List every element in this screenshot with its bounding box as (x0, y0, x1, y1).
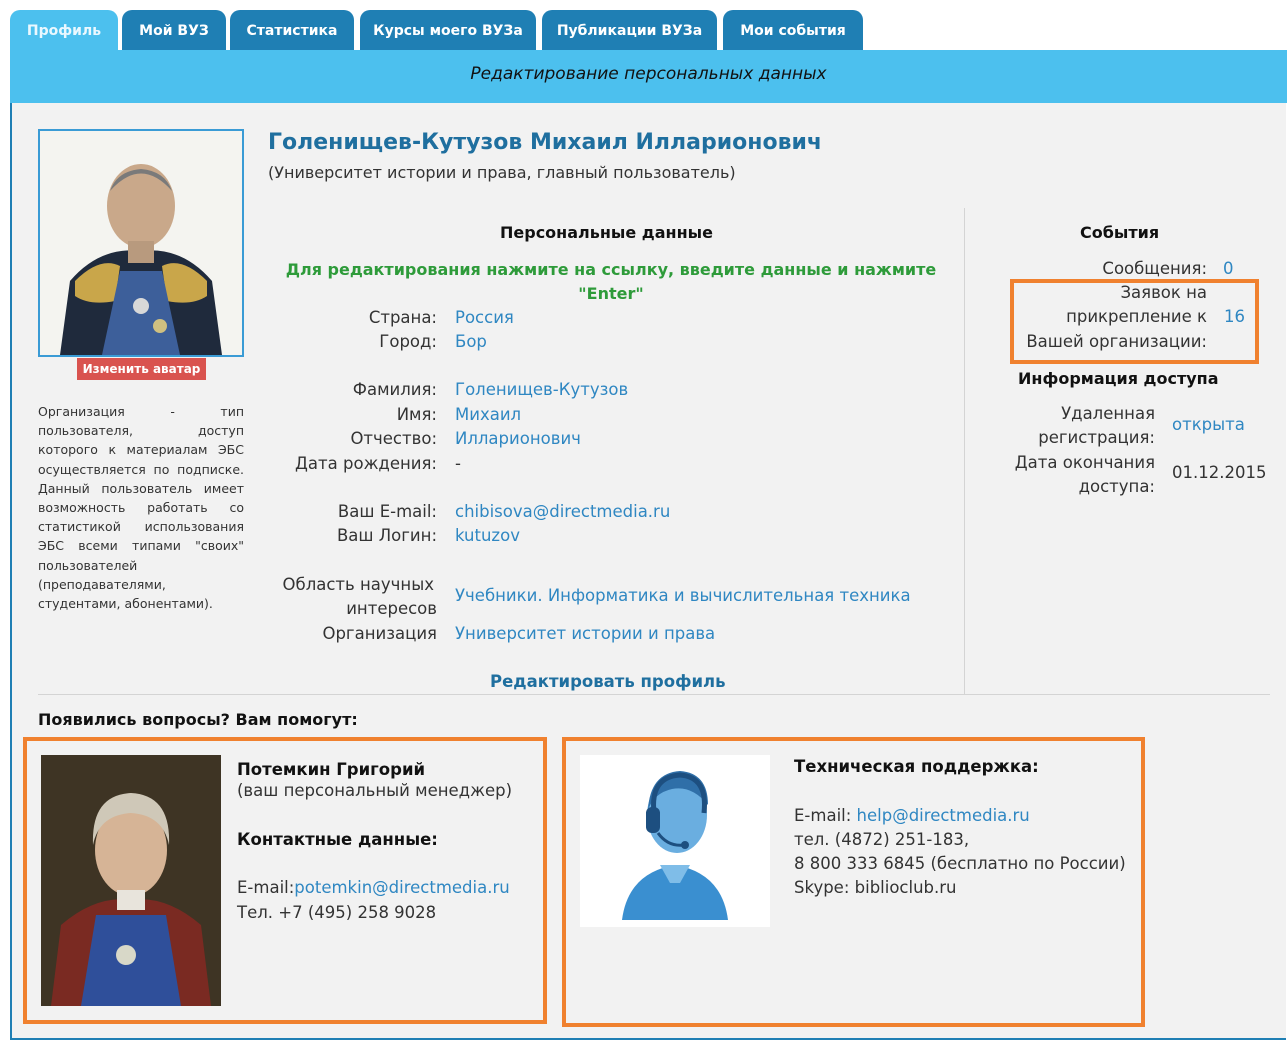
tab-university-courses[interactable]: Курсы моего ВУЗа (360, 10, 536, 50)
avatar-portrait-image (40, 131, 242, 355)
manager-photo (41, 755, 221, 1006)
login-label: Ваш Логин: (336, 526, 437, 545)
birthdate-label: Дата рождения: (295, 454, 437, 473)
remote-registration-label-line1: Удаленная (1061, 404, 1155, 423)
requests-label-line1: Заявок на (1120, 283, 1207, 302)
tab-profile[interactable]: Профиль (10, 10, 118, 50)
access-end-value: 01.12.2015 (1172, 463, 1267, 482)
support-phone-1: тел. (4872) 251-183, (794, 830, 970, 849)
messages-count[interactable]: 0 (1223, 259, 1234, 278)
manager-contacts-heading: Контактные данные: (237, 830, 438, 849)
manager-email-row: E-mail:potemkin@directmedia.ru (237, 878, 510, 897)
change-avatar-button[interactable]: Изменить аватар (77, 358, 206, 380)
requests-label-line3: Вашей организации: (1026, 332, 1207, 351)
surname-value[interactable]: Голенищев-Кутузов (455, 380, 628, 399)
messages-label: Сообщения: (1102, 259, 1207, 278)
personal-data-heading: Персональные данные (500, 223, 713, 242)
support-email-link[interactable]: help@directmedia.ru (857, 806, 1030, 825)
page-subtitle: Редактирование персональных данных (470, 64, 827, 84)
remote-registration-value[interactable]: открыта (1172, 415, 1245, 434)
events-heading: События (1080, 223, 1160, 242)
support-email-row: E-mail: help@directmedia.ru (794, 806, 1030, 825)
patronymic-label: Отчество: (350, 429, 437, 448)
city-value[interactable]: Бор (455, 332, 487, 351)
email-value[interactable]: chibisova@directmedia.ru (455, 502, 670, 521)
country-label: Страна: (368, 308, 437, 327)
manager-role: (ваш персональный менеджер) (237, 781, 513, 800)
manager-phone: Тел. +7 (495) 258 9028 (237, 903, 437, 922)
birthdate-value[interactable]: - (455, 454, 461, 473)
access-end-label-line2: доступа: (1078, 477, 1155, 496)
user-affiliation: (Университет истории и права, главный по… (268, 163, 736, 182)
support-email-label: E-mail: (794, 806, 852, 825)
tab-my-events[interactable]: Мои события (723, 10, 863, 50)
requests-label-line2: прикрепление к (1066, 307, 1207, 326)
organization-label: Организация (322, 624, 437, 643)
firstname-label: Имя: (396, 405, 437, 424)
support-heading: Техническая поддержка: (794, 757, 1039, 776)
header-bar: Редактирование персональных данных (10, 50, 1287, 103)
organization-description: Организация - тип пользователя, доступ к… (38, 404, 244, 612)
surname-label: Фамилия: (352, 380, 437, 399)
tab-university-publications[interactable]: Публикации ВУЗа (542, 10, 717, 50)
country-value[interactable]: Россия (455, 308, 514, 327)
access-end-label-line1: Дата окончания (1014, 453, 1155, 472)
manager-email-label: E-mail: (237, 878, 295, 897)
city-label: Город: (379, 332, 437, 351)
manager-email-link[interactable]: potemkin@directmedia.ru (294, 878, 509, 897)
firstname-value[interactable]: Михаил (455, 405, 521, 424)
column-divider (964, 208, 965, 694)
patronymic-value[interactable]: Илларионович (455, 429, 581, 448)
interests-value[interactable]: Учебники. Информатика и вычислительная т… (455, 586, 911, 605)
manager-portrait-image (41, 755, 221, 1006)
edit-profile-link[interactable]: Редактировать профиль (490, 672, 726, 691)
manager-name: Потемкин Григорий (237, 760, 426, 779)
organization-value[interactable]: Университет истории и права (455, 624, 715, 643)
support-skype: Skype: biblioclub.ru (794, 878, 957, 897)
interests-label-line1: Область научных (282, 575, 434, 594)
email-label: Ваш E-mail: (337, 502, 437, 521)
help-heading: Появились вопросы? Вам помогут: (38, 710, 358, 729)
support-phone-2: 8 800 333 6845 (бесплатно по России) (794, 854, 1126, 873)
avatar (38, 129, 244, 357)
login-value[interactable]: kutuzov (455, 526, 520, 545)
access-info-heading: Информация доступа (1018, 369, 1219, 388)
section-divider (38, 694, 1270, 695)
edit-hint: Для редактирования нажмите на ссылку, вв… (285, 260, 937, 303)
support-photo (580, 755, 770, 927)
remote-registration-label-line2: регистрация: (1038, 428, 1155, 447)
support-operator-icon (622, 771, 728, 920)
user-full-name: Голенищев-Кутузов Михаил Илларионович (268, 130, 823, 155)
tab-my-university[interactable]: Мой ВУЗ (122, 10, 226, 50)
interests-label-line2: интересов (346, 599, 437, 618)
tab-statistics[interactable]: Статистика (230, 10, 354, 50)
requests-count[interactable]: 16 (1224, 307, 1245, 326)
